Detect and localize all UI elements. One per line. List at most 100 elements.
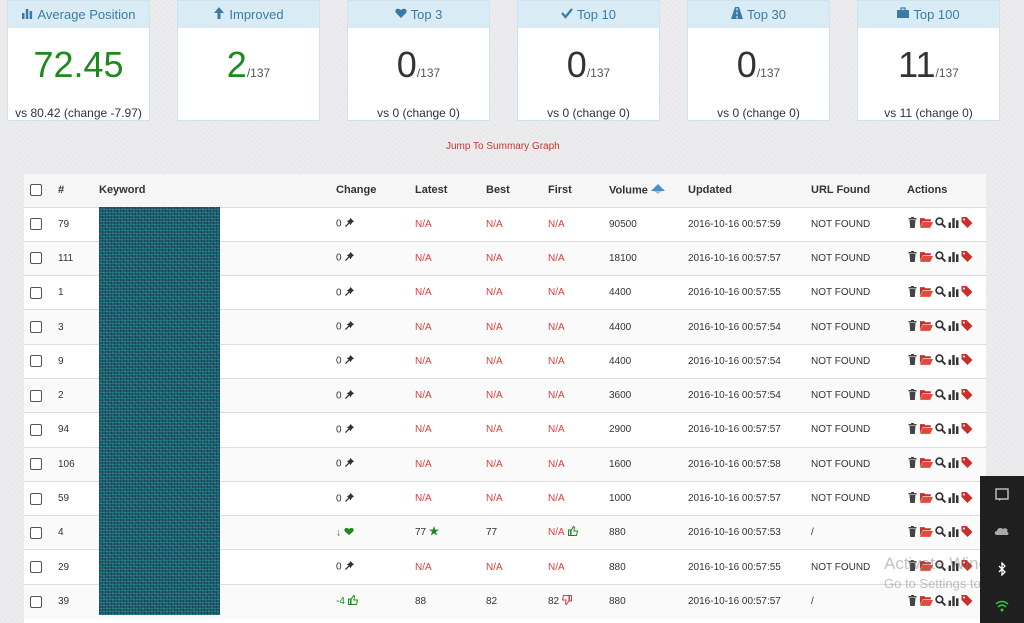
bar-chart-icon[interactable] [948, 389, 959, 403]
col-num[interactable]: # [58, 174, 99, 207]
magnify-icon[interactable] [935, 388, 947, 403]
trash-icon[interactable] [907, 525, 918, 540]
folder-open-icon[interactable] [920, 286, 933, 300]
folder-open-icon[interactable] [920, 492, 933, 506]
row-checkbox[interactable] [30, 595, 42, 608]
trash-icon[interactable] [907, 217, 918, 231]
magnify-icon[interactable] [935, 594, 947, 609]
folder-open-icon[interactable] [920, 423, 933, 437]
magnify-icon[interactable] [935, 423, 947, 437]
card-header: Top 10 [518, 1, 659, 28]
col-latest[interactable]: Latest [415, 174, 486, 207]
row-volume: 90500 [609, 206, 688, 242]
bar-chart-icon[interactable] [948, 320, 959, 334]
row-num: 1 [58, 275, 99, 310]
row-latest: N/A [415, 412, 486, 448]
magnify-icon[interactable] [935, 526, 947, 540]
bar-chart-icon[interactable] [948, 457, 959, 471]
tags-icon[interactable] [961, 251, 974, 265]
tags-icon[interactable] [961, 491, 974, 506]
tags-icon[interactable] [961, 388, 974, 403]
row-url: NOT FOUND [811, 309, 907, 345]
folder-open-icon[interactable] [920, 217, 933, 231]
folder-open-icon[interactable] [920, 457, 933, 471]
row-checkbox[interactable] [30, 561, 42, 574]
bar-chart-icon[interactable] [948, 492, 959, 506]
row-checkbox[interactable] [30, 526, 42, 539]
sort-icon[interactable] [650, 183, 665, 197]
trash-icon[interactable] [907, 320, 918, 334]
jump-to-summary-link[interactable]: Jump To Summary Graph [446, 141, 560, 152]
notification-icon[interactable] [980, 480, 1024, 510]
tags-icon[interactable] [961, 594, 974, 609]
trash-icon[interactable] [907, 594, 918, 609]
trash-icon[interactable] [907, 388, 918, 403]
row-checkbox[interactable] [30, 423, 42, 436]
row-checkbox[interactable] [30, 286, 42, 299]
folder-open-icon[interactable] [920, 389, 933, 403]
tags-icon[interactable] [961, 525, 974, 540]
col-url[interactable]: URL Found [811, 174, 907, 207]
row-checkbox[interactable] [30, 321, 42, 334]
pin-icon [344, 458, 354, 470]
trash-icon[interactable] [907, 251, 918, 265]
tags-icon[interactable] [961, 217, 974, 231]
tags-icon[interactable] [961, 457, 974, 471]
col-keyword[interactable]: Keyword [99, 174, 336, 207]
magnify-icon[interactable] [935, 217, 947, 231]
bluetooth-icon[interactable] [980, 554, 1024, 584]
tags-icon[interactable] [961, 354, 974, 368]
bar-chart-icon[interactable] [948, 595, 959, 609]
bar-chart-icon[interactable] [948, 251, 959, 265]
bar-chart-icon[interactable] [948, 354, 959, 368]
folder-open-icon[interactable] [920, 354, 933, 368]
trash-icon[interactable] [907, 422, 918, 437]
row-volume: 880 [609, 549, 688, 585]
folder-open-icon[interactable] [920, 320, 933, 334]
col-change[interactable]: Change [336, 174, 415, 207]
trash-icon[interactable] [907, 354, 918, 368]
row-num: 3 [58, 309, 99, 345]
card-value: 11/137 [898, 44, 959, 85]
bar-chart-icon[interactable] [948, 217, 959, 231]
col-best[interactable]: Best [486, 174, 548, 207]
magnify-icon[interactable] [935, 320, 947, 334]
magnify-icon[interactable] [935, 491, 947, 506]
card-comparison: vs 0 (change 0) [717, 106, 800, 120]
row-checkbox[interactable] [30, 492, 42, 505]
row-checkbox[interactable] [30, 355, 42, 368]
row-best: N/A [486, 343, 548, 379]
select-all-checkbox[interactable] [30, 184, 42, 197]
magnify-icon[interactable] [935, 354, 947, 368]
col-volume[interactable]: Volume [609, 174, 688, 207]
col-updated[interactable]: Updated [688, 174, 811, 207]
row-checkbox[interactable] [30, 218, 42, 231]
row-checkbox[interactable] [30, 252, 42, 265]
bar-chart-icon[interactable] [948, 423, 959, 437]
bar-chart-icon[interactable] [948, 286, 959, 300]
bar-chart-icon[interactable] [948, 526, 959, 540]
row-change: ↓ [336, 515, 415, 550]
magnify-icon[interactable] [935, 457, 947, 471]
bar-chart-icon [21, 5, 33, 24]
row-updated: 2016-10-16 00:57:55 [688, 275, 811, 310]
folder-open-icon[interactable] [920, 595, 933, 609]
folder-open-icon[interactable] [920, 251, 933, 265]
tags-icon[interactable] [961, 285, 974, 300]
trash-icon[interactable] [907, 457, 918, 471]
onedrive-icon[interactable] [980, 516, 1024, 546]
row-volume: 880 [609, 583, 688, 619]
row-checkbox[interactable] [30, 389, 42, 402]
trash-icon[interactable] [907, 285, 918, 300]
row-checkbox[interactable] [30, 458, 42, 471]
tags-icon[interactable] [961, 320, 974, 334]
magnify-icon[interactable] [935, 286, 947, 300]
row-updated: 2016-10-16 00:57:54 [688, 309, 811, 345]
folder-open-icon[interactable] [920, 526, 933, 540]
magnify-icon[interactable] [935, 251, 947, 265]
trash-icon[interactable] [907, 491, 918, 506]
tags-icon[interactable] [961, 422, 974, 437]
wifi-icon[interactable] [980, 591, 1024, 621]
row-first: N/A [548, 480, 609, 516]
col-first[interactable]: First [548, 174, 609, 207]
